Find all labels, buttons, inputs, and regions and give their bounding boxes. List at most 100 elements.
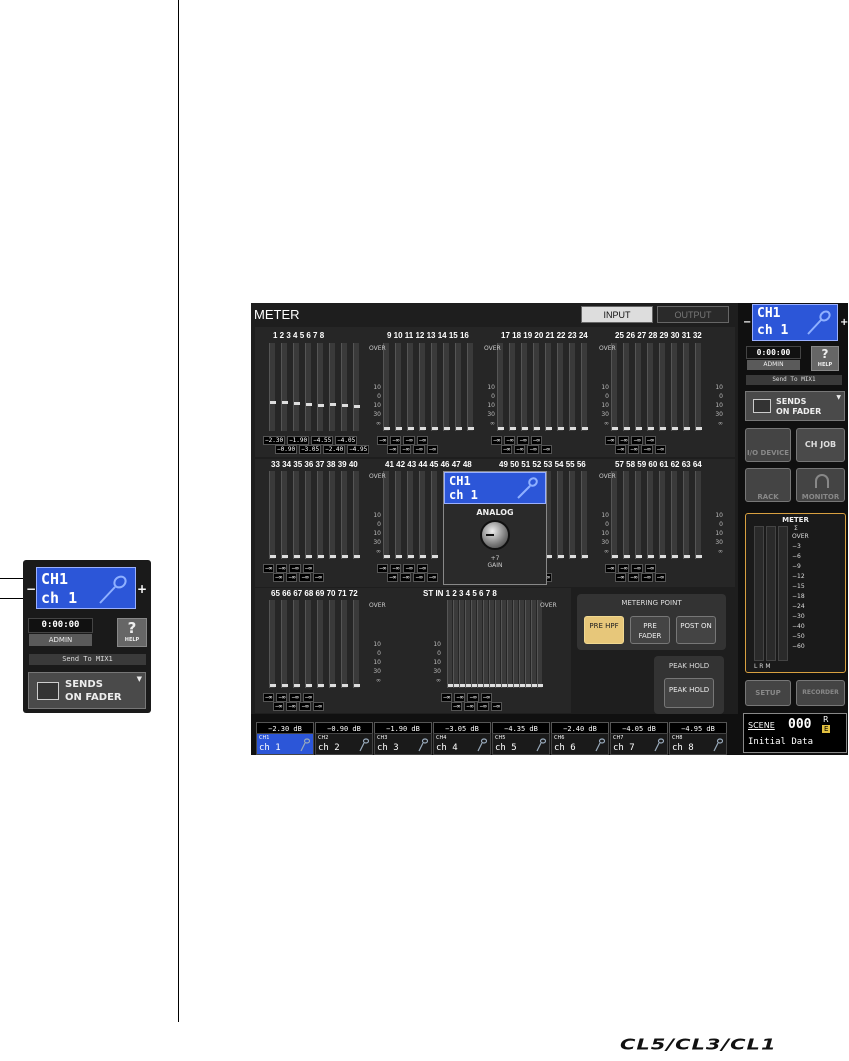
fader-cap[interactable] — [648, 555, 654, 558]
sends-on-fader-button[interactable]: SENDS ON FADER ▼ — [28, 672, 146, 709]
fader-cap[interactable] — [582, 427, 588, 430]
fader-cap[interactable] — [342, 684, 348, 687]
fader-cap[interactable] — [672, 555, 678, 558]
channel-name-key-7[interactable]: CH7 ch 7 — [610, 733, 668, 755]
fader-cap[interactable] — [432, 427, 438, 430]
user-badge[interactable]: ADMIN — [747, 360, 800, 370]
fader-cap[interactable] — [570, 427, 576, 430]
fader-cap[interactable] — [570, 555, 576, 558]
fader-cap[interactable] — [636, 427, 642, 430]
sends-on-fader-button[interactable]: SENDS ON FADER ▼ — [745, 391, 845, 421]
channel-select-button[interactable]: CH1 ch 1 — [36, 567, 136, 609]
fader-cap[interactable] — [660, 555, 666, 558]
fader-cap[interactable] — [294, 555, 300, 558]
tab-input[interactable]: INPUT — [581, 306, 653, 323]
fader-cap[interactable] — [294, 402, 300, 405]
fader-cap[interactable] — [270, 555, 276, 558]
fader-cap[interactable] — [306, 403, 312, 406]
fader-cap[interactable] — [456, 427, 462, 430]
channel-name-key-8[interactable]: CH8 ch 8 — [669, 733, 727, 755]
fader-cap[interactable] — [330, 555, 336, 558]
fader-cap[interactable] — [384, 427, 390, 430]
fader-cap[interactable] — [282, 555, 288, 558]
fader-cap[interactable] — [498, 427, 504, 430]
channel-prev-button[interactable]: − — [743, 317, 751, 328]
help-button[interactable]: ? HELP — [811, 346, 839, 371]
monitor-button[interactable]: MONITOR — [796, 468, 845, 502]
fader-cap[interactable] — [396, 555, 402, 558]
fader-cap[interactable] — [558, 427, 564, 430]
channel-name-key-2[interactable]: CH2 ch 2 — [315, 733, 373, 755]
fader-cap[interactable] — [660, 427, 666, 430]
meter-overview-button[interactable]: METER Σ OVER −3 −6 −9 −12 −15 −18 −24 −30 −40 −50−… — [745, 513, 846, 673]
popup-channel-select[interactable]: CH1 ch 1 — [444, 472, 546, 504]
fader-cap[interactable] — [636, 555, 642, 558]
recorder-button[interactable]: RECORDER — [796, 680, 845, 706]
fader-cap[interactable] — [558, 555, 564, 558]
post-on-button[interactable]: POST ON — [676, 616, 716, 644]
channel-next-button[interactable]: + — [137, 582, 147, 596]
fader-cap[interactable] — [282, 684, 288, 687]
fader-cap[interactable] — [354, 555, 360, 558]
fader-cap[interactable] — [282, 401, 288, 404]
gain-knob[interactable] — [480, 520, 510, 550]
fader-cap[interactable] — [384, 555, 390, 558]
fader-cap[interactable] — [408, 427, 414, 430]
fader-cap[interactable] — [294, 684, 300, 687]
io-device-button[interactable]: I/O DEVICE — [745, 428, 791, 462]
peak-hold-button[interactable]: PEAK HOLD — [664, 678, 714, 708]
fader-cap[interactable] — [432, 555, 438, 558]
scene-display[interactable]: SCENE 000 R E Initial Data — [743, 713, 847, 753]
fader-cap[interactable] — [420, 427, 426, 430]
rack-button[interactable]: RACK — [745, 468, 791, 502]
fader-cap[interactable] — [624, 555, 630, 558]
fader-cap[interactable] — [510, 427, 516, 430]
fader-cap[interactable] — [696, 555, 702, 558]
fader-cap[interactable] — [612, 555, 618, 558]
fader-cap[interactable] — [330, 403, 336, 406]
fader-cap[interactable] — [444, 427, 450, 430]
fader-cap[interactable] — [582, 555, 588, 558]
fader-cap[interactable] — [546, 427, 552, 430]
fader-cap[interactable] — [270, 401, 276, 404]
pre-hpf-button[interactable]: PRE HPF — [584, 616, 624, 644]
channel-name-key-3[interactable]: CH3 ch 3 — [374, 733, 432, 755]
fader-cap[interactable] — [318, 684, 324, 687]
setup-button[interactable]: SETUP — [745, 680, 791, 706]
fader-cap[interactable] — [330, 684, 336, 687]
user-badge[interactable]: ADMIN — [29, 634, 92, 646]
tab-output[interactable]: OUTPUT — [657, 306, 729, 323]
fader-cap[interactable] — [624, 427, 630, 430]
fader-cap[interactable] — [408, 555, 414, 558]
fader-cap[interactable] — [354, 684, 360, 687]
fader-cap[interactable] — [318, 555, 324, 558]
fader-cap[interactable] — [468, 427, 474, 430]
channel-name-key-4[interactable]: CH4 ch 4 — [433, 733, 491, 755]
fader-cap[interactable] — [696, 427, 702, 430]
fader-cap[interactable] — [684, 555, 690, 558]
fader-cap[interactable] — [354, 405, 360, 408]
channel-name-key-5[interactable]: CH5 ch 5 — [492, 733, 550, 755]
fader-cap[interactable] — [684, 427, 690, 430]
fader-cap[interactable] — [534, 427, 540, 430]
channel-next-button[interactable]: + — [840, 317, 848, 328]
fader-cap[interactable] — [318, 404, 324, 407]
fader-cap[interactable] — [538, 684, 543, 687]
channel-select-button[interactable]: CH1 ch 1 — [752, 304, 838, 341]
channel-prev-button[interactable]: − — [26, 582, 36, 596]
fader-cap[interactable] — [342, 555, 348, 558]
fader-cap[interactable] — [342, 404, 348, 407]
fader-cap[interactable] — [306, 684, 312, 687]
fader-cap[interactable] — [270, 684, 276, 687]
fader-cap[interactable] — [396, 427, 402, 430]
ch-job-button[interactable]: CH JOB — [796, 428, 845, 462]
pre-fader-button[interactable]: PRE FADER — [630, 616, 670, 644]
help-button[interactable]: ? HELP — [117, 618, 147, 647]
fader-cap[interactable] — [672, 427, 678, 430]
channel-name-key-1[interactable]: CH1 ch 1 — [256, 733, 314, 755]
fader-cap[interactable] — [648, 427, 654, 430]
channel-name-key-6[interactable]: CH6 ch 6 — [551, 733, 609, 755]
fader-cap[interactable] — [306, 555, 312, 558]
fader-cap[interactable] — [420, 555, 426, 558]
fader-cap[interactable] — [612, 427, 618, 430]
